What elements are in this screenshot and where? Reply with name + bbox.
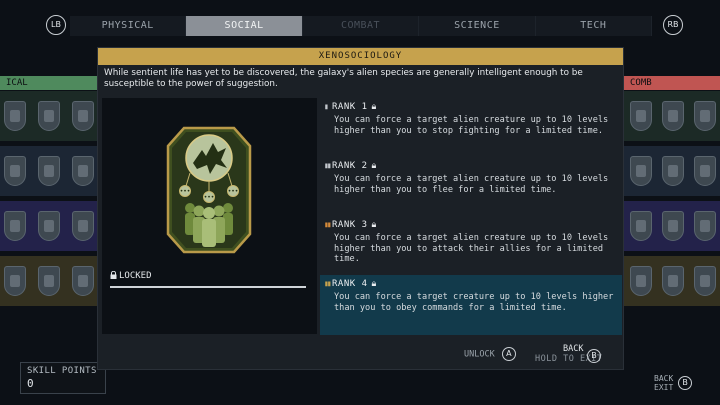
bottom-back-exit[interactable]: BACK EXIT B	[654, 374, 693, 392]
rank-4-description: You can force a target creature up to 10…	[334, 292, 614, 313]
skill-badge-icon[interactable]	[38, 101, 60, 131]
tab-science[interactable]: SCIENCE	[419, 16, 536, 36]
skill-badge-icon[interactable]	[630, 101, 652, 131]
tab-social[interactable]: SOCIAL	[186, 16, 303, 36]
lock-icon: 🔒︎	[371, 220, 377, 230]
svg-text:•••: •••	[204, 194, 215, 201]
skill-badge-icon[interactable]	[662, 101, 684, 131]
skill-badge-icon[interactable]	[72, 211, 94, 241]
skill-badge-icon[interactable]	[694, 101, 716, 131]
skill-badge-icon[interactable]	[630, 211, 652, 241]
combat-category-header: COMB	[624, 76, 720, 90]
skill-points-value: 0	[27, 377, 34, 390]
skill-badge-icon[interactable]	[4, 101, 26, 131]
back-action[interactable]: BACK HOLD TO EXIT B	[535, 344, 605, 366]
skill-badge-icon[interactable]	[38, 156, 60, 186]
lock-icon	[110, 270, 117, 279]
skill-badge-icon[interactable]	[72, 266, 94, 296]
bottom-back-label: BACK	[654, 374, 674, 383]
rank-1-title: RANK 1	[332, 102, 368, 112]
locked-label: LOCKED	[119, 271, 152, 281]
skill-badge-icon[interactable]	[72, 101, 94, 131]
rank-2-title: RANK 2	[332, 161, 368, 171]
lock-icon: 🔒︎	[371, 161, 377, 171]
unlock-label: UNLOCK	[464, 349, 495, 360]
rank-4-title: RANK 4	[332, 279, 368, 289]
skill-badge-icon[interactable]	[662, 211, 684, 241]
skill-badge-icon[interactable]	[4, 156, 26, 186]
rank-3-entry[interactable]: ▮▮ RANK 3 🔒︎ You can force a target alien …	[320, 216, 622, 276]
tab-combat[interactable]: COMBAT	[302, 16, 420, 36]
svg-text:•••: •••	[228, 188, 239, 195]
skill-points-label: SKILL POINTS	[27, 366, 97, 376]
skill-badge-icon[interactable]	[630, 156, 652, 186]
rank-3-title: RANK 3	[332, 220, 368, 230]
physical-category-header: ICAL	[0, 76, 98, 90]
skill-badge-icon[interactable]	[4, 211, 26, 241]
tab-physical[interactable]: PHYSICAL	[70, 16, 187, 36]
skill-description: While sentient life has yet to be discov…	[104, 68, 583, 89]
back-label: BACK	[563, 344, 584, 354]
category-tabs: PHYSICAL SOCIAL COMBAT SCIENCE TECH	[70, 16, 653, 36]
b-button-icon[interactable]: B	[587, 349, 601, 363]
rank-4-pips-icon: ▮▮	[324, 279, 332, 288]
skill-badge-icon[interactable]	[662, 266, 684, 296]
skill-points-box: SKILL POINTS 0	[20, 362, 106, 394]
rank-4-entry[interactable]: ▮▮ RANK 4 🔒︎ You can force a target creatu…	[320, 275, 622, 335]
skill-badge-icon[interactable]	[694, 156, 716, 186]
lock-icon: 🔒︎	[371, 279, 377, 289]
skill-badge-icon[interactable]	[662, 156, 684, 186]
skill-content: ••• ••• ••• LOCKED ▮ RANK 1 🔒︎ You can f…	[102, 98, 622, 335]
rank-1-description: You can force a target alien creature up…	[334, 115, 609, 136]
a-button-icon[interactable]: A	[501, 347, 516, 361]
unlock-action[interactable]: UNLOCK A	[464, 347, 516, 361]
b-button-icon[interactable]: B	[678, 376, 693, 390]
rank-1-pips-icon: ▮	[324, 102, 329, 111]
rank-3-pips-icon: ▮▮	[324, 220, 332, 229]
modal-footer: UNLOCK A BACK HOLD TO EXIT B	[98, 340, 625, 370]
skill-badge-icon[interactable]	[38, 211, 60, 241]
skill-badge-icon[interactable]	[694, 211, 716, 241]
rank-2-entry[interactable]: ▮▮ RANK 2 🔒︎ You can force a target alien …	[320, 157, 622, 217]
skill-badge-icon[interactable]	[72, 156, 94, 186]
skill-title: XENOSOCIOLOGY	[98, 48, 623, 65]
skill-badge-icon[interactable]	[38, 266, 60, 296]
locked-status: LOCKED	[110, 270, 152, 281]
bottom-exit-label: EXIT	[654, 383, 674, 392]
rank-2-description: You can force a target alien creature up…	[334, 174, 609, 195]
skill-badge-icon[interactable]	[630, 266, 652, 296]
lb-button[interactable]: LB	[46, 15, 66, 35]
skill-badge-icon[interactable]	[4, 266, 26, 296]
skill-category-bar: LB PHYSICAL SOCIAL COMBAT SCIENCE TECH R…	[0, 12, 720, 38]
rank-3-description: You can force a target alien creature up…	[334, 233, 609, 264]
lock-icon: 🔒︎	[371, 102, 377, 112]
skill-badge-icon[interactable]	[694, 266, 716, 296]
rank-2-pips-icon: ▮▮	[324, 161, 332, 170]
xenosociology-emblem-icon: ••• ••• •••	[166, 126, 252, 254]
rank-progress-bar	[110, 286, 306, 288]
svg-text:•••: •••	[180, 188, 191, 195]
tab-tech[interactable]: TECH	[535, 16, 653, 36]
rank-1-entry[interactable]: ▮ RANK 1 🔒︎ You can force a target alien c…	[320, 98, 622, 158]
rank-list: ▮ RANK 1 🔒︎ You can force a target alien c…	[320, 98, 622, 335]
rb-button[interactable]: RB	[663, 15, 683, 35]
skill-detail-modal: XENOSOCIOLOGY While sentient life has ye…	[97, 47, 624, 370]
skill-emblem-pane: ••• ••• ••• LOCKED	[102, 98, 317, 334]
